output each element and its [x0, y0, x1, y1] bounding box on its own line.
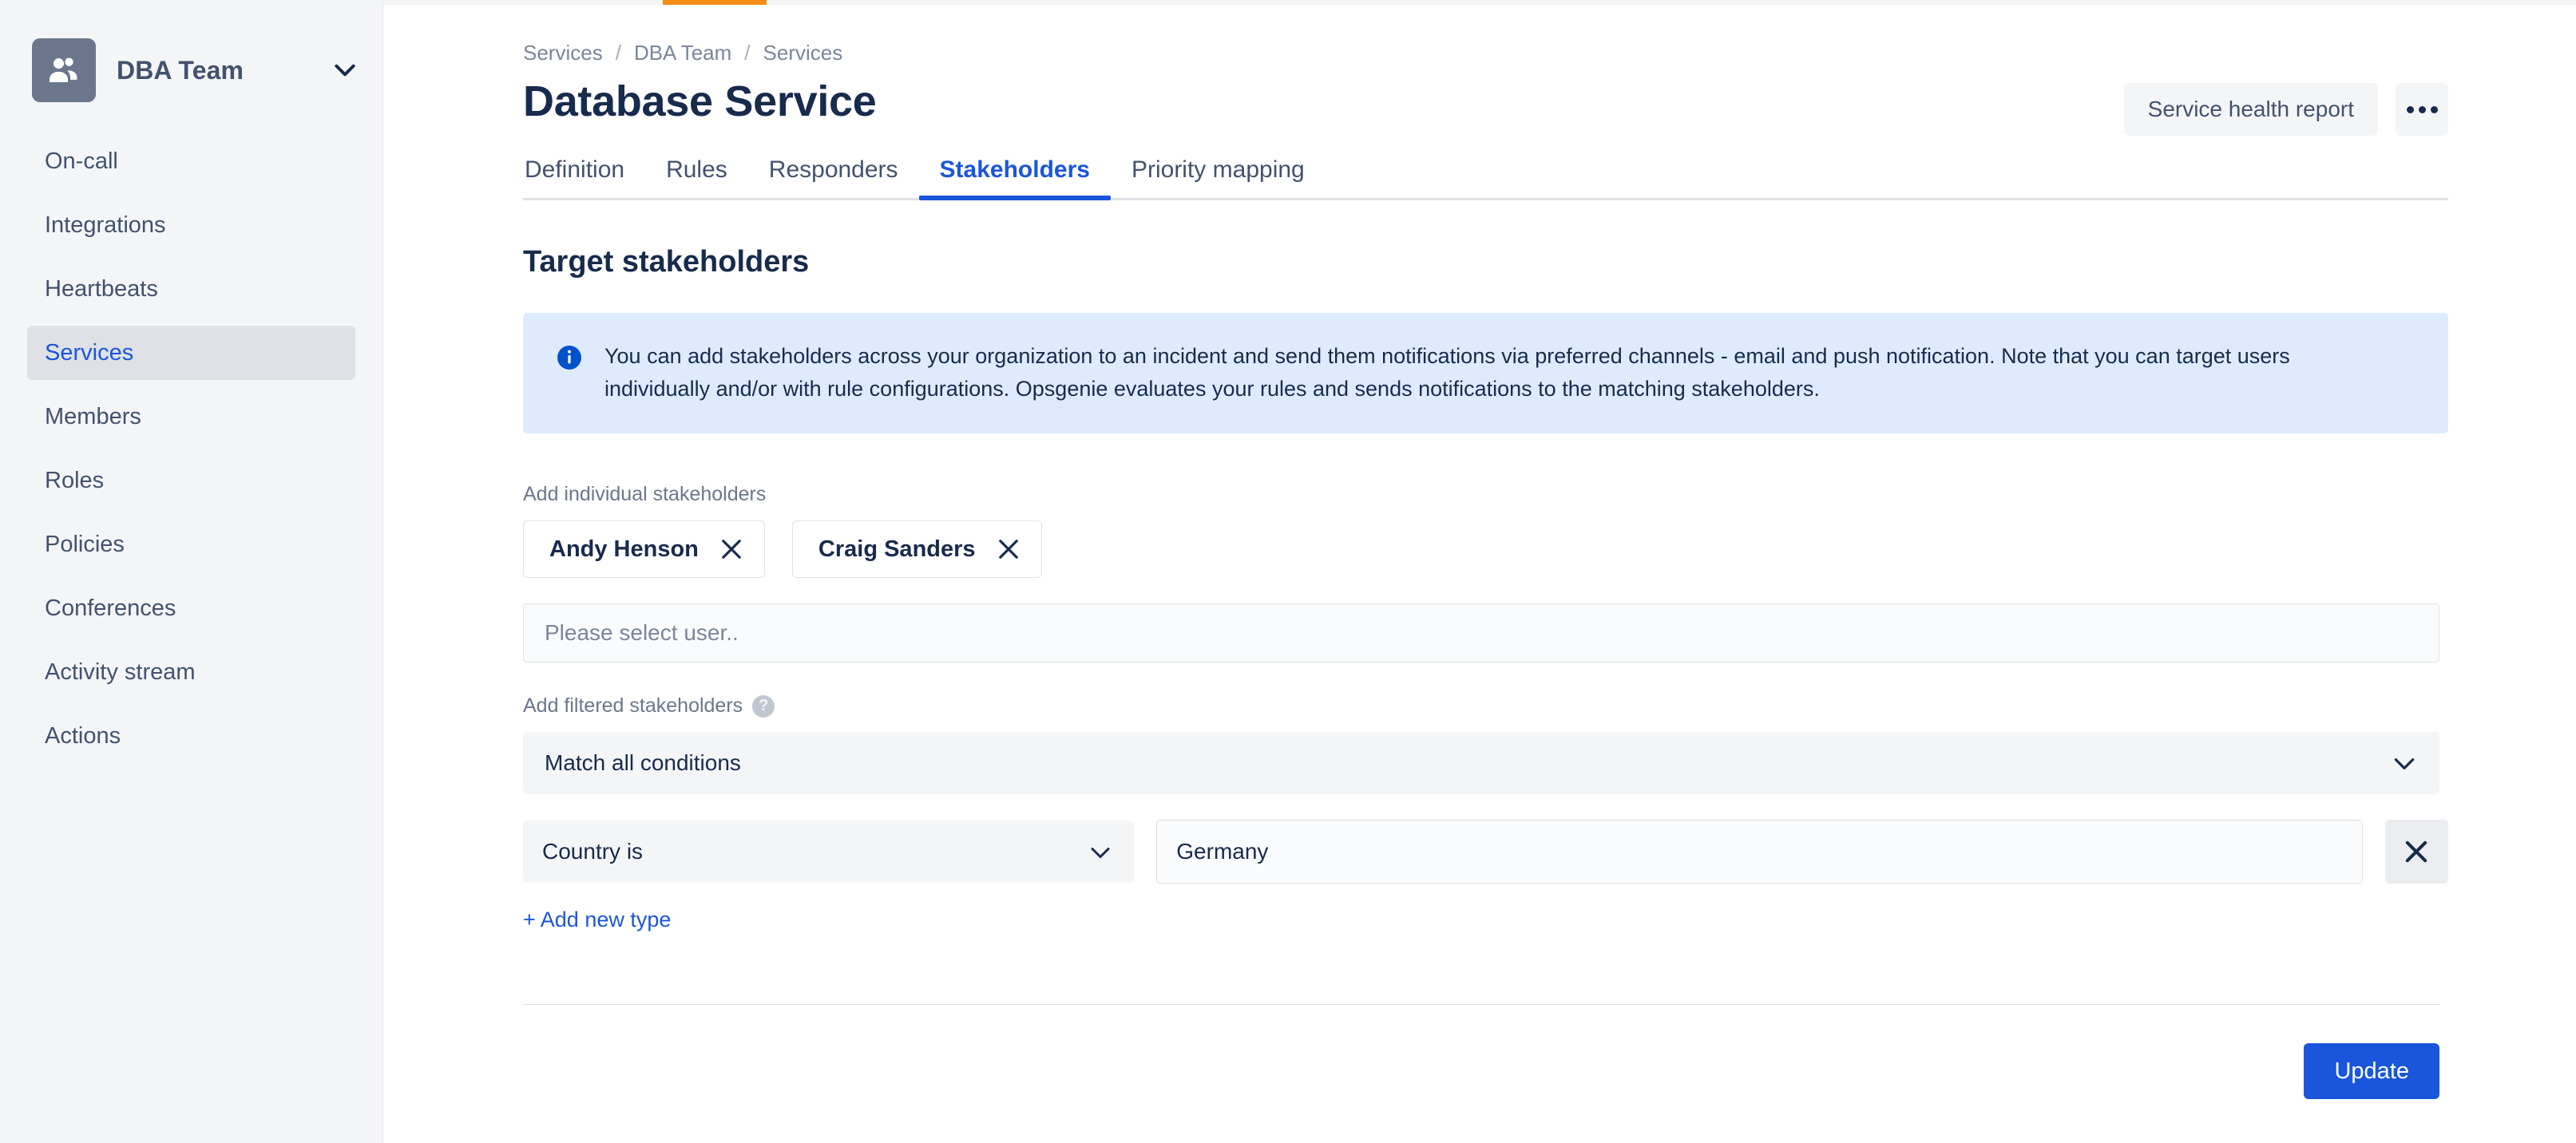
remove-condition-button[interactable]: [2384, 820, 2448, 884]
sidebar-item-conferences[interactable]: Conferences: [27, 581, 355, 635]
tab-responders[interactable]: Responders: [748, 156, 919, 198]
stakeholder-chip-label: Andy Henson: [549, 536, 699, 562]
people-icon: [49, 57, 77, 82]
ellipsis-icon: [2418, 105, 2426, 113]
sidebar-item-on-call[interactable]: On-call: [27, 134, 355, 188]
ellipsis-icon: [2430, 105, 2438, 113]
sidebar-item-services[interactable]: Services: [27, 326, 355, 380]
tab-label: Definition: [525, 156, 625, 183]
sidebar: DBA Team On-call Integrations Heartbeats…: [0, 0, 383, 1143]
sidebar-item-label: Services: [45, 339, 134, 366]
field-label-text: Add filtered stakeholders: [523, 694, 743, 717]
page-title: Database Service: [523, 77, 877, 125]
page-load-progress-bar: [663, 0, 767, 5]
match-conditions-value: Match all conditions: [545, 750, 741, 775]
sidebar-nav: On-call Integrations Heartbeats Services…: [0, 134, 382, 763]
team-name: DBA Team: [117, 55, 244, 85]
sidebar-item-heartbeats[interactable]: Heartbeats: [27, 262, 355, 316]
breadcrumb: Services / DBA Team / Services: [523, 37, 2448, 69]
main-content: Services / DBA Team / Services Database …: [383, 0, 2576, 1143]
filtered-stakeholders-label: Add filtered stakeholders ?: [523, 694, 2448, 718]
sidebar-item-label: Conferences: [45, 595, 176, 621]
sidebar-item-label: Heartbeats: [45, 275, 158, 302]
condition-value-text: Germany: [1176, 839, 1269, 864]
sidebar-item-actions[interactable]: Actions: [27, 709, 355, 763]
app-root: DBA Team On-call Integrations Heartbeats…: [0, 0, 2576, 1143]
sidebar-item-label: On-call: [45, 148, 118, 174]
tab-definition[interactable]: Definition: [523, 156, 645, 198]
tab-bar: Definition Rules Responders Stakeholders…: [523, 156, 2448, 200]
chevron-down-icon: [2394, 750, 2415, 776]
breadcrumb-separator: /: [615, 40, 621, 65]
sidebar-item-label: Integrations: [45, 212, 166, 238]
sidebar-item-label: Policies: [45, 531, 125, 557]
close-icon[interactable]: [997, 537, 1020, 561]
sidebar-item-label: Roles: [45, 467, 105, 493]
team-switcher[interactable]: DBA Team: [0, 0, 382, 105]
stakeholder-chip-list: Andy Henson Craig Sanders: [523, 520, 2448, 578]
breadcrumb-separator: /: [744, 40, 751, 65]
match-conditions-select[interactable]: Match all conditions: [523, 732, 2439, 794]
condition-type-value: Country is: [542, 839, 644, 864]
footer-divider: [523, 1004, 2439, 1005]
condition-type-select[interactable]: Country is: [523, 821, 1135, 883]
sidebar-item-label: Members: [45, 403, 141, 429]
user-select-input[interactable]: Please select user..: [523, 603, 2439, 662]
close-icon: [2406, 840, 2427, 863]
info-banner-text: You can add stakeholders across your org…: [604, 344, 2290, 401]
stakeholder-chip[interactable]: Andy Henson: [523, 520, 765, 578]
tab-label: Priority mapping: [1131, 156, 1305, 183]
user-select-placeholder: Please select user..: [545, 620, 739, 645]
tab-stakeholders[interactable]: Stakeholders: [918, 156, 1112, 200]
tab-label: Stakeholders: [939, 156, 1090, 183]
section-title: Target stakeholders: [523, 245, 810, 279]
sidebar-item-members[interactable]: Members: [27, 390, 355, 444]
field-label-text: Add individual stakeholders: [523, 483, 767, 505]
tab-priority-mapping[interactable]: Priority mapping: [1111, 156, 1326, 198]
tab-label: Responders: [768, 156, 898, 183]
team-avatar: [32, 38, 96, 102]
more-actions-button[interactable]: [2396, 83, 2448, 136]
page-header-actions: Service health report: [2123, 83, 2448, 136]
add-new-type-link[interactable]: + Add new type: [523, 908, 671, 932]
condition-row: Country is Germany: [523, 820, 2448, 884]
sidebar-item-label: Actions: [45, 722, 121, 749]
sidebar-item-integrations[interactable]: Integrations: [27, 198, 355, 252]
close-icon[interactable]: [719, 537, 743, 561]
form-footer: Update: [523, 1043, 2439, 1099]
sidebar-item-activity-stream[interactable]: Activity stream: [27, 645, 355, 699]
info-icon: [555, 343, 584, 372]
ellipsis-icon: [2406, 105, 2414, 113]
individual-stakeholders-label: Add individual stakeholders: [523, 483, 2448, 506]
tab-label: Rules: [666, 156, 727, 183]
page-header-row: Database Service Service health report: [523, 77, 2448, 136]
tab-rules[interactable]: Rules: [645, 156, 748, 198]
update-button[interactable]: Update: [2304, 1043, 2439, 1099]
info-banner: You can add stakeholders across your org…: [523, 313, 2448, 433]
condition-value-input[interactable]: Germany: [1156, 820, 2363, 884]
breadcrumb-item-services[interactable]: Services: [763, 41, 843, 65]
stakeholder-chip[interactable]: Craig Sanders: [791, 520, 1042, 578]
breadcrumb-item-dba-team[interactable]: DBA Team: [634, 41, 731, 65]
sidebar-item-label: Activity stream: [45, 659, 196, 685]
chevron-down-icon: [1091, 839, 1110, 864]
sidebar-item-roles[interactable]: Roles: [27, 453, 355, 508]
question-icon[interactable]: ?: [752, 694, 775, 718]
breadcrumb-item-services-root[interactable]: Services: [523, 41, 603, 65]
sidebar-item-policies[interactable]: Policies: [27, 517, 355, 572]
chevron-down-icon[interactable]: [335, 64, 355, 77]
service-health-report-button[interactable]: Service health report: [2123, 83, 2378, 136]
stakeholder-chip-label: Craig Sanders: [818, 536, 976, 562]
